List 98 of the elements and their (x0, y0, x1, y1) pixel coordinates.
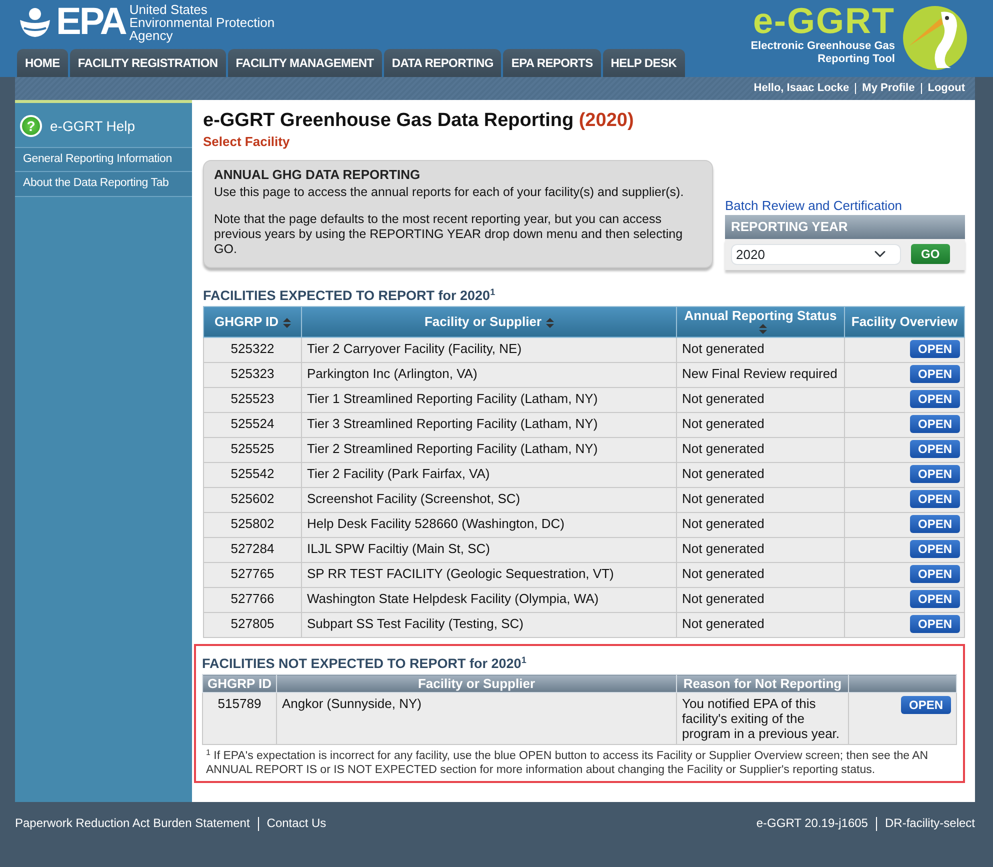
facility-cell: Screenshot Facility (Screenshot, SC) (302, 487, 676, 512)
open-button[interactable]: OPEN (910, 514, 960, 533)
status-cell: Not generated (676, 612, 844, 638)
facility-cell: Tier 2 Streamlined Reporting Facility (Latham, NY) (302, 437, 676, 462)
column-header[interactable]: Facility or Supplier (302, 306, 676, 338)
agency-name: Environmental Protection (129, 16, 275, 28)
open-button[interactable]: OPEN (910, 564, 960, 583)
header-link[interactable]: My Profile (862, 80, 915, 97)
page-title: e-GGRT Greenhouse Gas Data Reporting (203, 110, 574, 131)
reporting-year-header: REPORTING YEAR (725, 215, 965, 238)
year-dropdown[interactable]: 2020 (731, 244, 901, 264)
facility-cell: ILJL SPW Faciltiy (Main St, SC) (302, 537, 676, 562)
open-button[interactable]: OPEN (910, 390, 960, 408)
id-cell: 525523 (204, 387, 302, 412)
status-cell: Not generated (676, 587, 844, 612)
batch-review-link[interactable]: Batch Review and Certification (725, 198, 902, 212)
tool-name: Electronic Greenhouse Gas (750, 40, 895, 53)
footer-link[interactable]: Paperwork Reduction Act Burden Statement (15, 816, 250, 830)
id-cell: 525323 (204, 362, 302, 388)
column-header: Facility or Supplier (276, 674, 676, 692)
status-cell: Not generated (676, 487, 844, 512)
open-button[interactable]: OPEN (910, 490, 960, 508)
page-subtitle: Select Facility (203, 133, 291, 151)
id-cell: 527766 (204, 587, 302, 612)
status-cell: Not generated (676, 537, 844, 562)
nav-tab[interactable]: EPA REPORTS (503, 49, 601, 77)
id-cell: 525322 (204, 337, 302, 362)
version-text: e-GGRT 20.19-j1605 (756, 816, 868, 830)
facility-cell: Tier 3 Streamlined Reporting Facility (Latham, NY) (302, 412, 676, 438)
section-heading: FACILITIES EXPECTED TO REPORT for 2020$^{1}$ (203, 286, 496, 304)
sidebar-link[interactable]: About the Data Reporting Tab (15, 171, 192, 196)
column-header[interactable]: Annual Reporting Status (676, 306, 844, 338)
id-cell: 527284 (204, 537, 302, 562)
id-cell: 527805 (204, 612, 302, 638)
agency-logo-text: EPA (56, 2, 126, 42)
nav-tab[interactable]: HOME (17, 49, 68, 77)
status-cell: Not generated (676, 337, 844, 362)
info-text: Use this page to access the annual reports for each of your facility(s) and supplier(s). (214, 185, 685, 200)
footer-link[interactable]: Contact Us (266, 816, 326, 830)
open-button[interactable]: OPEN (910, 590, 960, 608)
nav-tab[interactable]: FACILITY MANAGEMENT (228, 49, 382, 77)
sidebar-title: e-GGRT Help (50, 116, 136, 136)
open-button[interactable]: OPEN (910, 540, 960, 558)
open-button[interactable]: OPEN (910, 414, 960, 433)
nav-tab[interactable]: HELP DESK (602, 49, 685, 77)
column-header: Facility Overview (844, 306, 964, 338)
tool-name: Reporting Tool (816, 53, 895, 66)
status-cell: Not generated (676, 462, 844, 488)
facility-cell: Help Desk Facility 528660 (Washington, DC) (302, 512, 676, 538)
column-header: GHGRP ID (202, 674, 276, 692)
open-button[interactable]: OPEN (910, 440, 960, 458)
go-button[interactable]: GO (911, 244, 950, 264)
id-cell: 525802 (204, 512, 302, 538)
status-cell: Not generated (676, 387, 844, 412)
status-cell: New Final Review required (676, 362, 844, 388)
sort-icon[interactable] (282, 318, 291, 328)
page-year: (2020) (578, 110, 634, 131)
id-cell: 525524 (204, 412, 302, 438)
facility-cell: Tier 1 Streamlined Reporting Facility (Latham, NY) (302, 387, 676, 412)
column-header[interactable]: GHGRP ID (204, 306, 302, 338)
open-button[interactable]: OPEN (900, 696, 951, 714)
id-cell: 525525 (204, 437, 302, 462)
footnote-text: $^{1}$ If EPA's expectation is incorrect for any facility, use the blue OPEN button to access its Facility or Supplier Overview screen; then see the AN ANNUAL REPORT IS or IS NOT EXPECTED section for more information about changing the Facility or Supplier's reporting status. (205, 747, 930, 777)
status-cell: Not generated (676, 437, 844, 462)
open-button[interactable]: OPEN (910, 464, 960, 483)
status-cell: Not generated (676, 512, 844, 538)
agency-name: United States (129, 2, 208, 16)
sort-icon[interactable] (546, 318, 554, 328)
id-cell: 525542 (204, 462, 302, 488)
sort-icon[interactable] (758, 324, 766, 334)
agency-name: Agency (129, 28, 174, 42)
reason-cell: You notified EPA of this facility's exiting of the program in a previous year. (676, 692, 848, 744)
open-button[interactable]: OPEN (910, 364, 960, 383)
header-link[interactable]: Logout (928, 80, 965, 97)
id-cell: 515789 (202, 692, 276, 744)
facility-cell: SP RR TEST FACILITY (Geologic Sequestration, VT) (302, 562, 676, 588)
facility-cell: Subpart SS Test Facility (Testing, SC) (302, 612, 676, 638)
column-header: Reason for Not Reporting (676, 674, 848, 692)
nav-tab[interactable]: DATA REPORTING (384, 49, 502, 77)
nav-tab[interactable]: FACILITY REGISTRATION (70, 49, 226, 77)
id-cell: 527765 (204, 562, 302, 588)
open-button[interactable]: OPEN (910, 614, 960, 633)
info-text: Note that the page defaults to the most recent reporting year, but you can access previous years by using the REPORTING YEAR drop down menu and then selecting GO. (214, 212, 684, 258)
greeting-text: Hello, Isaac Locke (754, 81, 850, 96)
open-button[interactable]: OPEN (910, 340, 960, 358)
status-cell: Not generated (676, 562, 844, 588)
status-cell: Not generated (676, 412, 844, 438)
flower-emblem-icon (18, 6, 52, 38)
tool-logo-text: e-GGRT (752, 2, 895, 40)
facility-cell: Angkor (Sunnyside, NY) (276, 692, 676, 744)
section-heading: FACILITIES NOT EXPECTED TO REPORT for 2020$^{1}$ (202, 654, 528, 673)
facility-cell: Washington State Helpdesk Facility (Olympia, WA) (302, 587, 676, 612)
sidebar-link[interactable]: General Reporting Information (15, 147, 192, 172)
facility-cell: Tier 2 Carryover Facility (Facility, NE) (302, 337, 676, 362)
info-heading: ANNUAL GHG DATA REPORTING (214, 166, 422, 182)
facility-cell: Tier 2 Facility (Park Fairfax, VA) (302, 462, 676, 488)
facility-cell: Parkington Inc (Arlington, VA) (302, 362, 676, 388)
id-cell: 525602 (204, 487, 302, 512)
